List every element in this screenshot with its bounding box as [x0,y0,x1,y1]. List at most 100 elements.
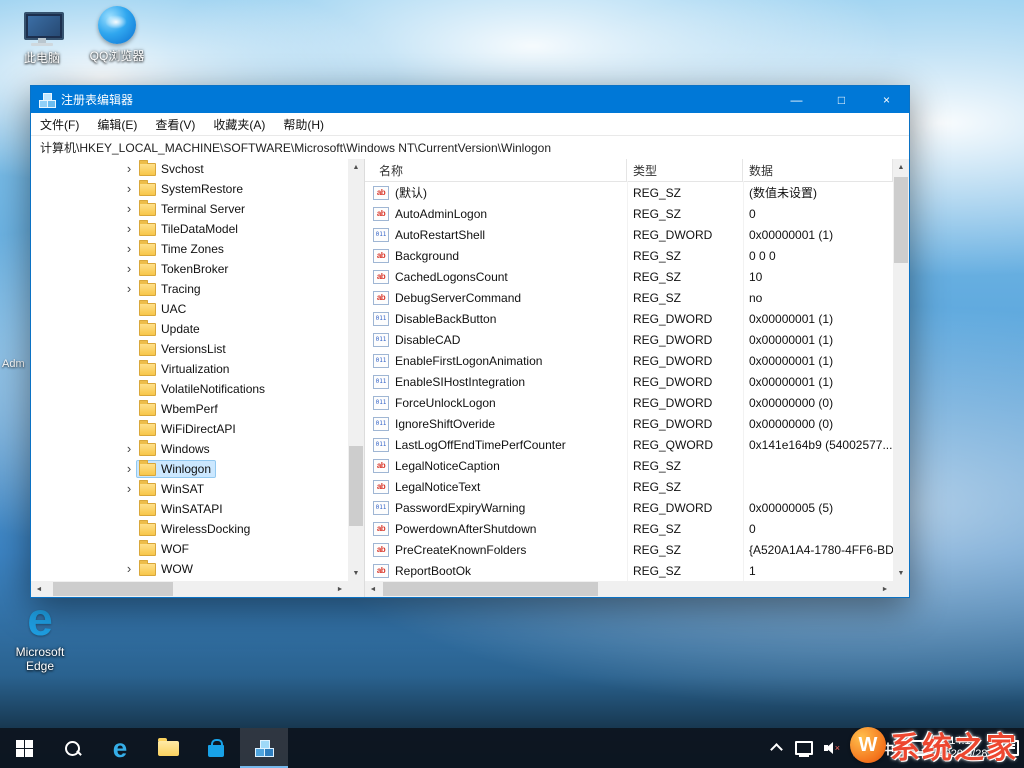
registry-value-row[interactable]: abAutoAdminLogonREG_SZ0 [365,203,893,224]
value-data: 0x00000001 (1) [743,312,893,326]
tree-item-time-zones[interactable]: ›Time Zones [31,239,348,259]
scroll-left-arrow[interactable]: ◄ [31,581,47,597]
menu-item-1[interactable]: 编辑(E) [88,113,146,135]
desktop-icon-qq-browser[interactable]: QQ浏览器 [85,6,149,63]
menu-item-4[interactable]: 帮助(H) [274,113,333,135]
registry-value-row[interactable]: 011AutoRestartShellREG_DWORD0x00000001 (… [365,224,893,245]
menu-item-0[interactable]: 文件(F) [31,113,88,135]
tree-item-tiledatamodel[interactable]: ›TileDataModel [31,219,348,239]
column-header-type[interactable]: 类型 [627,159,743,181]
value-data: 0 0 0 [743,249,893,263]
registry-value-row[interactable]: abBackgroundREG_SZ0 0 0 [365,245,893,266]
chevron-right-icon[interactable]: › [121,459,137,479]
close-button[interactable]: × [864,86,909,113]
taskbar-registry-editor-button[interactable] [240,728,288,768]
scroll-down-arrow[interactable]: ▼ [348,565,364,581]
chevron-right-icon[interactable]: › [121,199,137,219]
column-header-name[interactable]: 名称 [365,159,627,181]
tree-item-wbemperf[interactable]: WbemPerf [31,399,348,419]
tree-item-terminal-server[interactable]: ›Terminal Server [31,199,348,219]
registry-value-row[interactable]: abLegalNoticeCaptionREG_SZ [365,455,893,476]
tree-item-volatilenotifications[interactable]: VolatileNotifications [31,379,348,399]
registry-value-row[interactable]: abLegalNoticeTextREG_SZ [365,476,893,497]
scrollbar-thumb[interactable] [53,582,173,596]
chevron-right-icon[interactable]: › [121,219,137,239]
column-header-data[interactable]: 数据 [743,159,893,181]
chevron-right-icon[interactable]: › [121,279,137,299]
tree-item-winsat[interactable]: ›WinSAT [31,479,348,499]
tray-show-hidden-icons[interactable] [762,728,790,768]
taskbar-clock[interactable]: 14:17 2020/9/28 [930,735,996,761]
tree-item-windows[interactable]: ›Windows [31,439,348,459]
chevron-right-icon[interactable]: › [121,479,137,499]
registry-value-row[interactable]: 011DisableBackButtonREG_DWORD0x00000001 … [365,308,893,329]
tree-item-uac[interactable]: UAC [31,299,348,319]
scrollbar-thumb[interactable] [349,446,363,526]
registry-value-row[interactable]: abPowerdownAfterShutdownREG_SZ0 [365,518,893,539]
scroll-down-arrow[interactable]: ▼ [893,565,909,581]
tree-item-tokenbroker[interactable]: ›TokenBroker [31,259,348,279]
tray-network[interactable] [790,728,818,768]
registry-value-row[interactable]: abDebugServerCommandREG_SZno [365,287,893,308]
menu-item-2[interactable]: 查看(V) [146,113,204,135]
desktop-icon-microsoft-edge[interactable]: e Microsoft Edge [8,602,72,673]
desktop-icon-this-pc[interactable]: 此电脑 [10,8,74,65]
chevron-right-icon[interactable]: › [121,439,137,459]
value-name: EnableFirstLogonAnimation [395,354,542,368]
address-bar[interactable]: 计算机\HKEY_LOCAL_MACHINE\SOFTWARE\Microsof… [31,136,909,160]
action-center-button[interactable] [996,728,1024,768]
registry-value-row[interactable]: 011EnableSIHostIntegrationREG_DWORD0x000… [365,371,893,392]
registry-value-row[interactable]: 011DisableCADREG_DWORD0x00000001 (1) [365,329,893,350]
menu-item-3[interactable]: 收藏夹(A) [204,113,274,135]
taskbar-file-explorer-button[interactable] [144,728,192,768]
taskbar-store-button[interactable] [192,728,240,768]
tree-item-winsatapi[interactable]: WinSATAPI [31,499,348,519]
speaker-muted-icon: × [824,742,840,754]
scrollbar-thumb[interactable] [894,177,908,263]
tray-windows-ink[interactable] [846,728,874,768]
minimize-button[interactable]: — [774,86,819,113]
value-type: REG_DWORD [627,228,743,242]
tree-item-update[interactable]: Update [31,319,348,339]
scroll-left-arrow[interactable]: ◄ [365,581,381,597]
chevron-right-icon[interactable]: › [121,259,137,279]
registry-value-row[interactable]: abReportBootOkREG_SZ1 [365,560,893,581]
chevron-right-icon[interactable]: › [121,159,137,179]
scroll-right-arrow[interactable]: ► [332,581,348,597]
registry-value-row[interactable]: 011EnableFirstLogonAnimationREG_DWORD0x0… [365,350,893,371]
taskbar-edge-button[interactable]: e [96,728,144,768]
taskbar-search-button[interactable] [48,728,96,768]
tree-item-tracing[interactable]: ›Tracing [31,279,348,299]
maximize-button[interactable]: □ [819,86,864,113]
tree-item-virtualization[interactable]: Virtualization [31,359,348,379]
tree-item-wof[interactable]: WOF [31,539,348,559]
chevron-right-icon[interactable]: › [121,179,137,199]
tree-item-wirelessdocking[interactable]: WirelessDocking [31,519,348,539]
tray-touch-keyboard[interactable] [902,728,930,768]
tree-item-systemrestore[interactable]: ›SystemRestore [31,179,348,199]
network-icon [795,741,813,755]
start-button[interactable] [0,728,48,768]
tray-volume[interactable]: × [818,728,846,768]
chevron-right-icon[interactable]: › [121,239,137,259]
tray-ime-indicator[interactable]: 中 [874,728,902,768]
registry-value-row[interactable]: 011PasswordExpiryWarningREG_DWORD0x00000… [365,497,893,518]
tree-item-svchost[interactable]: › Svchost [31,159,348,179]
registry-value-row[interactable]: 011ForceUnlockLogonREG_DWORD0x00000000 (… [365,392,893,413]
scroll-up-arrow[interactable]: ▲ [348,159,364,175]
tree-item-wifidirectapi[interactable]: WiFiDirectAPI [31,419,348,439]
tree-item-wow[interactable]: ›WOW [31,559,348,579]
registry-value-row[interactable]: ab(默认)REG_SZ(数值未设置) [365,182,893,203]
registry-value-row[interactable]: abPreCreateKnownFoldersREG_SZ{A520A1A4-1… [365,539,893,560]
registry-value-row[interactable]: abCachedLogonsCountREG_SZ10 [365,266,893,287]
scrollbar-thumb[interactable] [383,582,598,596]
registry-value-row[interactable]: 011IgnoreShiftOverideREG_DWORD0x00000000… [365,413,893,434]
tree-item-label: Svchost [161,162,204,176]
title-bar[interactable]: 注册表编辑器 — □ × [31,86,909,113]
tree-item-winlogon[interactable]: ›Winlogon [31,459,348,479]
chevron-right-icon[interactable]: › [121,559,137,579]
scroll-up-arrow[interactable]: ▲ [893,159,909,175]
tree-item-versionslist[interactable]: VersionsList [31,339,348,359]
registry-value-row[interactable]: 011LastLogOffEndTimePerfCounterREG_QWORD… [365,434,893,455]
scroll-right-arrow[interactable]: ► [877,581,893,597]
